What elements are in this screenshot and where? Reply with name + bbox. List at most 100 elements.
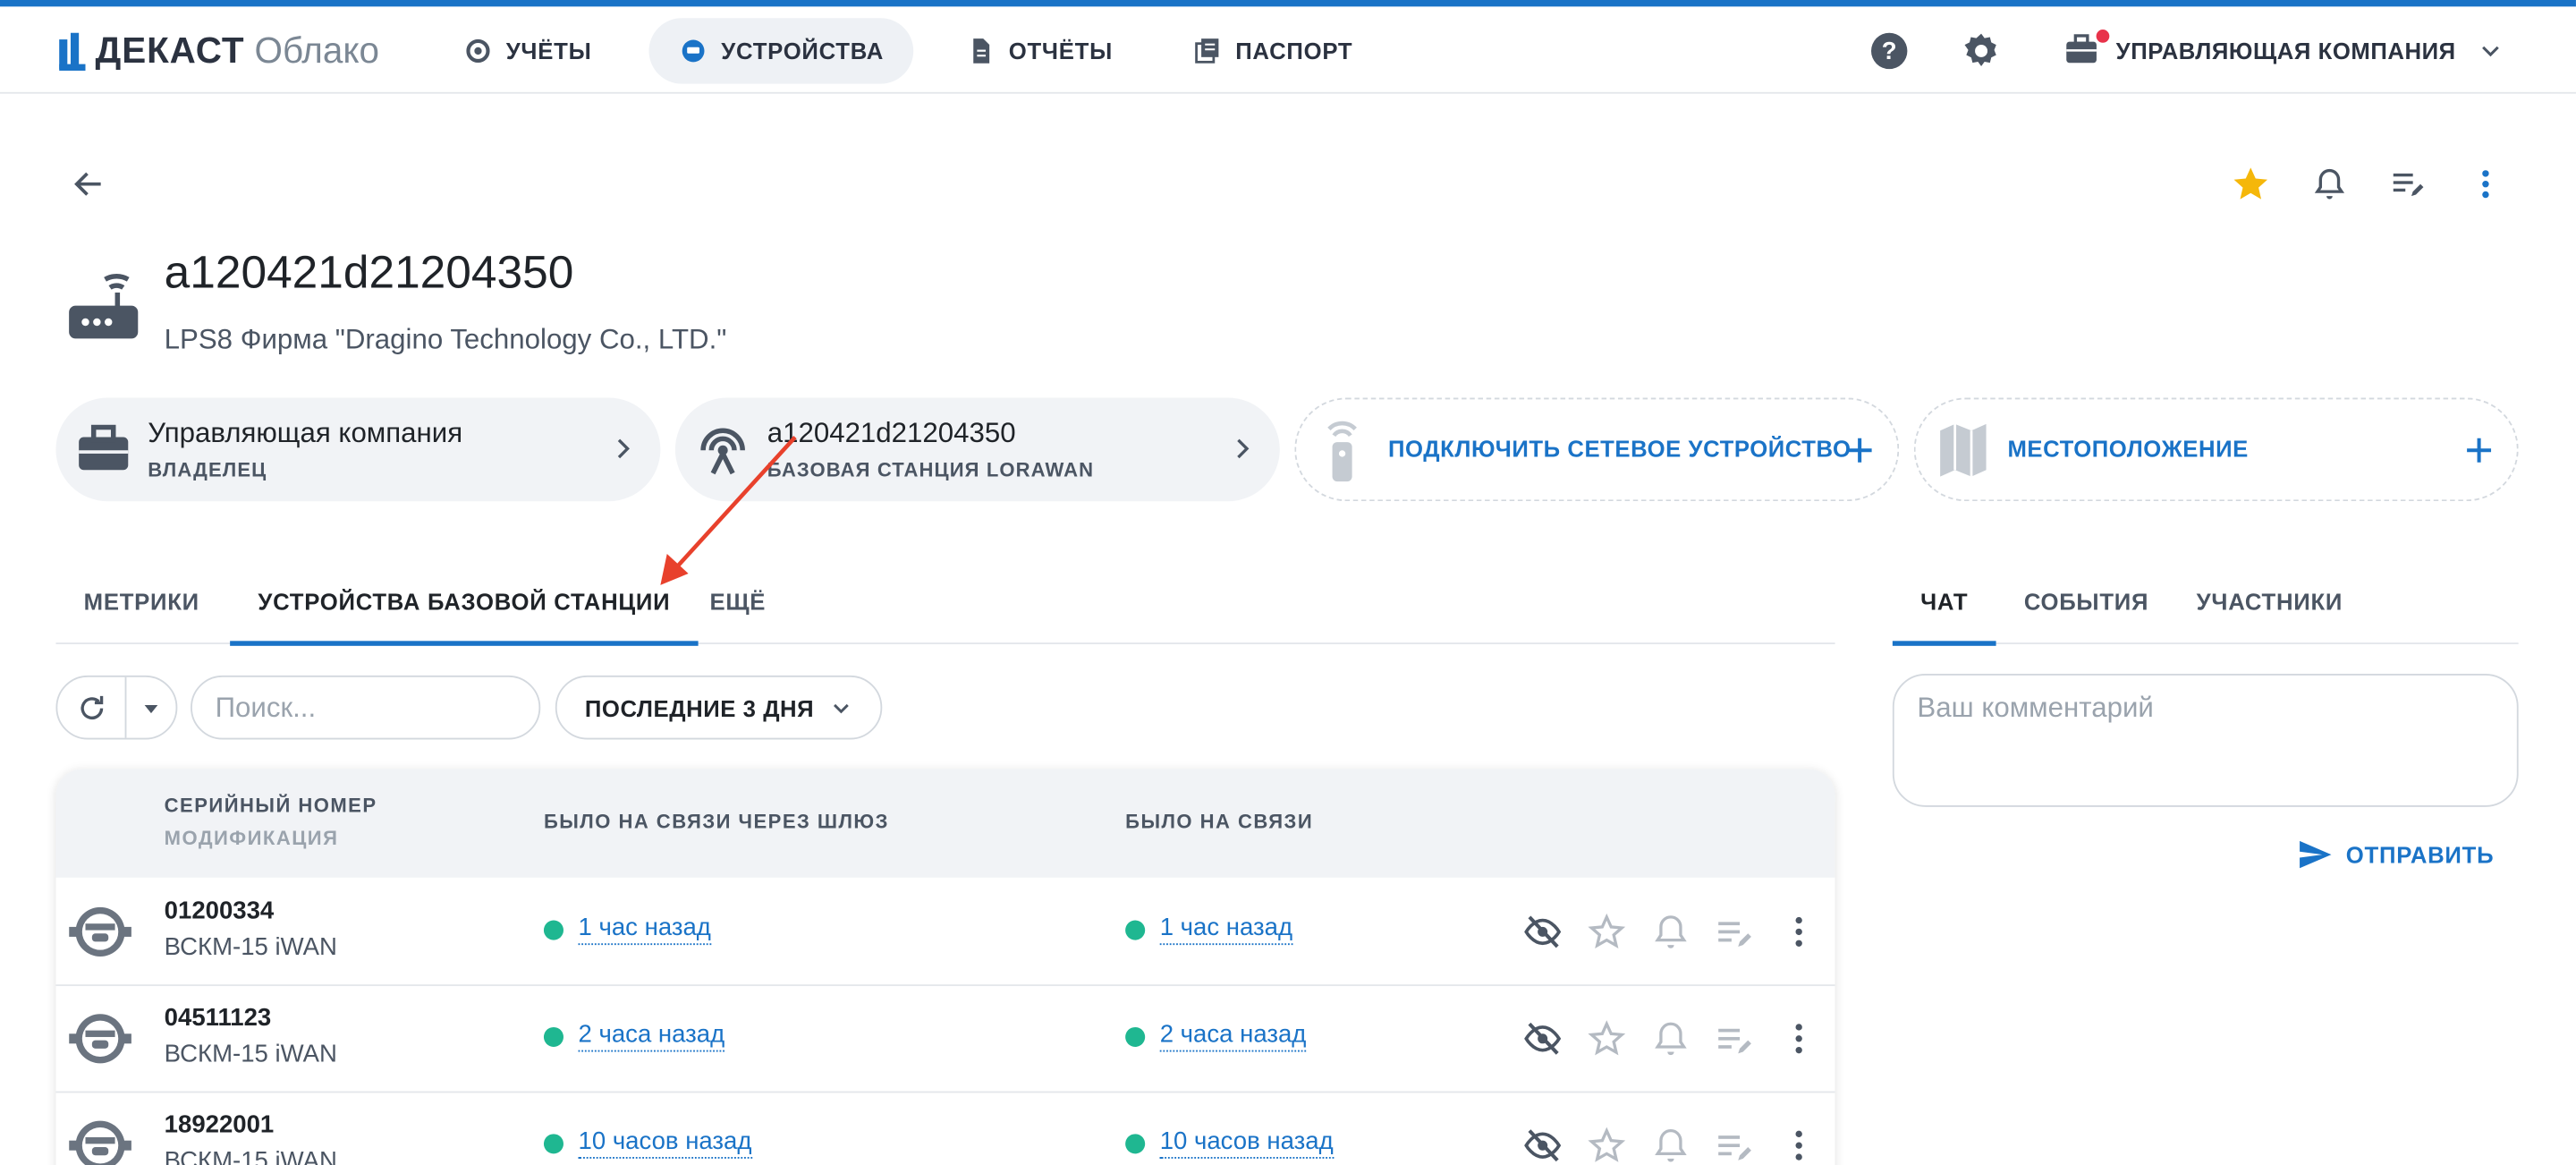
row-gateway-time[interactable]: 10 часов назад — [578, 1127, 752, 1159]
nav-devices-label: УСТРОЙСТВА — [721, 38, 885, 64]
library-books-icon — [1195, 38, 1219, 64]
edit-notes-button[interactable] — [2382, 157, 2435, 210]
search-input[interactable] — [191, 675, 541, 740]
row-online-time[interactable]: 10 часов назад — [1159, 1127, 1334, 1159]
eye-off-icon[interactable] — [1523, 912, 1563, 951]
logo[interactable]: ДЕКАСТ Облако — [59, 28, 379, 73]
chat-tabs: ЧАТ СОБЫТИЯ УЧАСТНИКИ — [1892, 558, 2519, 646]
col-online[interactable]: БЫЛО НА СВЯЗИ — [1125, 810, 1313, 833]
row-online-status[interactable]: 1 час назад — [1125, 914, 1293, 946]
water-meter-icon — [69, 1120, 131, 1165]
more-menu-button[interactable] — [2460, 157, 2512, 210]
row-model: ВСКМ-15 iWAN — [164, 1040, 337, 1068]
col-modification[interactable]: МОДИФИКАЦИЯ — [165, 827, 339, 850]
row-gateway-status[interactable]: 2 часа назад — [543, 1021, 725, 1052]
col-serial[interactable]: СЕРИЙНЫЙ НОМЕР — [165, 794, 377, 817]
antenna-icon — [700, 428, 745, 475]
owner-card[interactable]: Управляющая компания ВЛАДЕЛЕЦ — [55, 397, 661, 502]
nav-accounts[interactable]: УЧЁТЫ — [434, 18, 622, 83]
send-button[interactable]: ОТПРАВИТЬ — [2297, 835, 2495, 874]
status-dot — [1125, 1026, 1146, 1047]
bell-icon[interactable] — [1651, 912, 1690, 951]
row-online-time[interactable]: 1 час назад — [1159, 914, 1293, 946]
favorite-button[interactable] — [2224, 157, 2277, 210]
remote-device-icon — [1327, 421, 1357, 482]
notifications-button[interactable] — [2303, 157, 2356, 210]
row-serial: 18922001 — [164, 1110, 275, 1139]
period-select[interactable]: ПОСЛЕДНИЕ 3 ДНЯ — [555, 675, 883, 740]
tab-participants[interactable]: УЧАСТНИКИ — [2168, 558, 2370, 644]
nav-reports[interactable]: ОТЧЁТЫ — [936, 18, 1142, 83]
status-dot — [1125, 1133, 1146, 1153]
location-label: МЕСТОПОЛОЖЕНИЕ — [2007, 435, 2249, 463]
document-icon — [973, 38, 990, 64]
nav-passport-label: ПАСПОРТ — [1235, 38, 1353, 64]
more-vertical-icon[interactable] — [1779, 912, 1818, 951]
more-vertical-icon[interactable] — [1779, 1126, 1818, 1165]
devices-table: СЕРИЙНЫЙ НОМЕР МОДИФИКАЦИЯ БЫЛО НА СВЯЗИ… — [55, 769, 1835, 1165]
base-station-card[interactable]: a120421d21204350 БАЗОВАЯ СТАНЦИЯ LORAWAN — [674, 397, 1280, 502]
star-outline-icon[interactable] — [1587, 1019, 1626, 1059]
more-vertical-icon[interactable] — [1779, 1019, 1818, 1059]
logo-mark-icon — [59, 32, 86, 71]
table-row[interactable]: 18922001 ВСКМ-15 iWAN 10 часов назад 10 … — [55, 1092, 1835, 1165]
refresh-button[interactable] — [57, 676, 127, 738]
connect-device-card[interactable]: ПОДКЛЮЧИТЬ СЕТЕВОЕ УСТРОЙСТВО — [1294, 397, 1900, 502]
row-online-status[interactable]: 10 часов назад — [1125, 1127, 1334, 1159]
location-card[interactable]: МЕСТОПОЛОЖЕНИЕ — [1913, 397, 2519, 502]
send-label: ОТПРАВИТЬ — [2345, 841, 2495, 868]
gear-icon[interactable] — [1962, 31, 2001, 71]
svg-text:?: ? — [1882, 37, 1897, 64]
eye-off-icon[interactable] — [1523, 1126, 1563, 1165]
bell-icon[interactable] — [1651, 1019, 1690, 1059]
map-icon — [1940, 423, 1987, 477]
comment-input[interactable] — [1892, 674, 2519, 807]
refresh-icon — [80, 694, 103, 719]
table-row[interactable]: 04511123 ВСКМ-15 iWAN 2 часа назад 2 час… — [55, 984, 1835, 1093]
tab-more[interactable]: ЕЩЁ — [682, 558, 793, 644]
help-icon[interactable]: ? — [1869, 31, 1909, 71]
row-actions — [1523, 912, 1819, 951]
chevron-right-icon — [617, 438, 630, 459]
eye-off-icon[interactable] — [1523, 1019, 1563, 1059]
tab-chat[interactable]: ЧАТ — [1892, 558, 1996, 646]
device-tabs: МЕТРИКИ УСТРОЙСТВА БАЗОВОЙ СТАНЦИИ ЕЩЁ — [55, 558, 1835, 646]
device-subtitle: LPS8 Фирма "Dragino Technology Co., LTD.… — [164, 323, 727, 355]
top-bar: ДЕКАСТ Облако УЧЁТЫ УСТРОЙСТВА ОТЧЁТЫ ПА… — [0, 6, 2576, 94]
col-via-gateway[interactable]: БЫЛО НА СВЯЗИ ЧЕРЕЗ ШЛЮЗ — [544, 810, 889, 833]
edit-list-icon[interactable] — [1716, 1019, 1755, 1059]
row-gateway-time[interactable]: 2 часа назад — [578, 1021, 725, 1052]
meter-dial-icon — [466, 38, 490, 64]
nav-passport[interactable]: ПАСПОРТ — [1163, 18, 1382, 83]
tab-events[interactable]: СОБЫТИЯ — [1996, 558, 2177, 644]
star-outline-icon[interactable] — [1587, 1126, 1626, 1165]
company-badge — [2063, 30, 2110, 71]
bell-icon[interactable] — [1651, 1126, 1690, 1165]
plus-icon — [2467, 438, 2492, 463]
row-actions — [1523, 1126, 1819, 1165]
table-row[interactable]: 01200334 ВСКМ-15 iWAN 1 час назад 1 час … — [55, 878, 1835, 987]
connect-device-label: ПОДКЛЮЧИТЬ СЕТЕВОЕ УСТРОЙСТВО — [1388, 435, 1852, 463]
nav-devices[interactable]: УСТРОЙСТВА — [648, 18, 914, 84]
edit-list-icon[interactable] — [1716, 1126, 1755, 1165]
row-online-status[interactable]: 2 часа назад — [1125, 1021, 1307, 1052]
owner-subtitle: ВЛАДЕЛЕЦ — [148, 458, 267, 482]
back-button[interactable] — [63, 157, 115, 210]
star-outline-icon[interactable] — [1587, 912, 1626, 951]
briefcase-icon — [79, 424, 129, 471]
bell-icon — [2314, 168, 2345, 200]
row-gateway-time[interactable]: 1 час назад — [578, 914, 711, 946]
refresh-dropdown-button[interactable] — [126, 677, 175, 738]
row-gateway-status[interactable]: 1 час назад — [543, 914, 711, 946]
plus-icon — [1847, 438, 1872, 463]
tab-metrics[interactable]: МЕТРИКИ — [55, 558, 227, 644]
tab-station-devices[interactable]: УСТРОЙСТВА БАЗОВОЙ СТАНЦИИ — [230, 558, 699, 646]
company-menu[interactable]: УПРАВЛЯЮЩАЯ КОМПАНИЯ — [2063, 18, 2505, 83]
router-icon — [69, 274, 139, 339]
arrow-left-icon — [74, 172, 101, 196]
row-gateway-status[interactable]: 10 часов назад — [543, 1127, 752, 1159]
edit-list-icon[interactable] — [1716, 912, 1755, 951]
row-online-time[interactable]: 2 часа назад — [1159, 1021, 1307, 1052]
logo-brand: ДЕКАСТ — [95, 30, 245, 71]
top-accent-stripe — [0, 0, 2576, 7]
